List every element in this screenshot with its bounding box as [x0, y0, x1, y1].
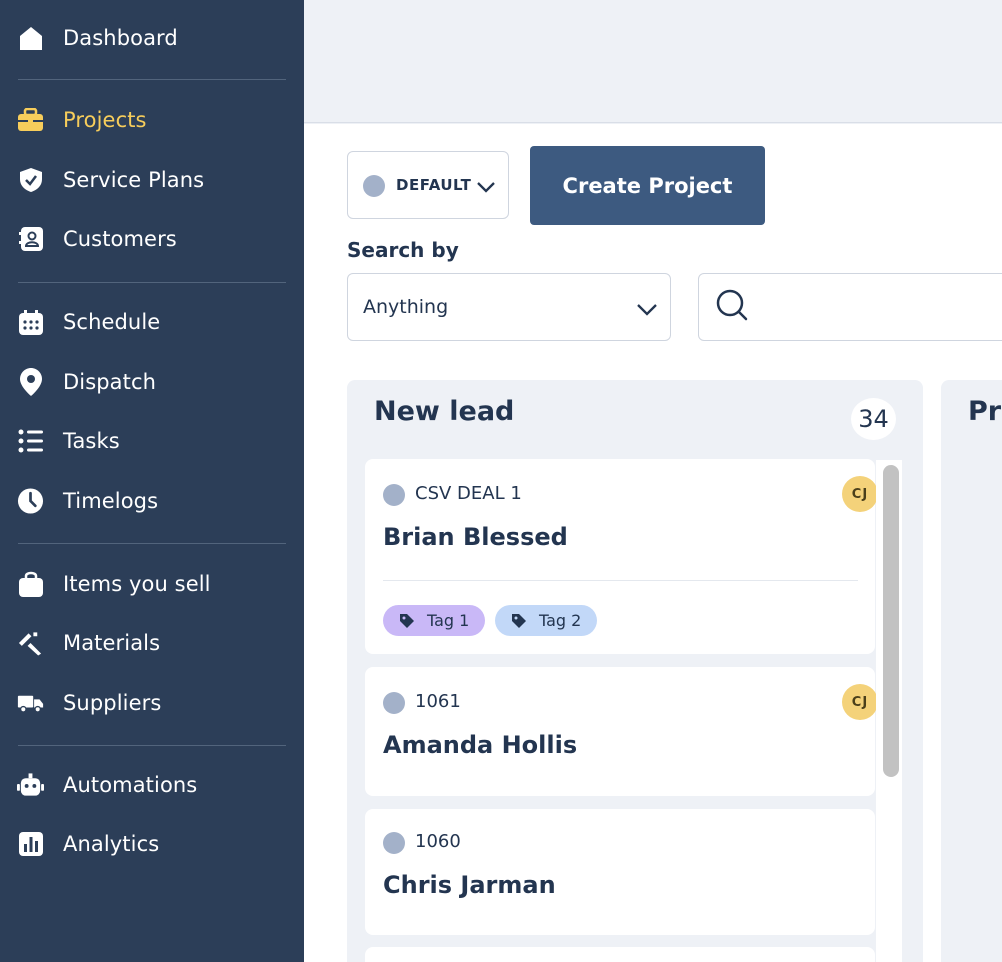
- robot-icon: [17, 772, 44, 799]
- avatar[interactable]: CJ: [842, 684, 878, 720]
- column-title: New lead: [374, 396, 515, 427]
- map-pin-icon: [17, 368, 44, 396]
- tag-icon: [400, 614, 414, 628]
- shield-check-icon: [17, 167, 44, 194]
- checklist-icon: [17, 428, 44, 455]
- project-ref: 1060: [415, 831, 461, 852]
- status-dot: [383, 692, 405, 714]
- tag-label: Tag 2: [539, 611, 582, 630]
- top-header: [304, 0, 1002, 123]
- contact-book-icon: [17, 226, 44, 253]
- sidebar-item-dashboard[interactable]: Dashboard: [0, 18, 304, 58]
- customer-name: Chris Jarman: [383, 871, 556, 899]
- sidebar-item-label: Automations: [63, 773, 198, 797]
- sidebar-divider: [18, 282, 286, 283]
- card-divider: [383, 580, 858, 581]
- sidebar-item-customers[interactable]: Customers: [0, 219, 304, 259]
- truck-icon: [17, 690, 44, 717]
- sidebar-divider: [18, 745, 286, 746]
- sidebar-item-schedule[interactable]: Schedule: [0, 302, 304, 342]
- house-icon: [17, 25, 44, 52]
- project-ref: 1061: [415, 691, 461, 712]
- column-title: Pro: [968, 396, 1002, 427]
- sidebar-item-projects[interactable]: Projects: [0, 100, 304, 140]
- sidebar-item-suppliers[interactable]: Suppliers: [0, 683, 304, 723]
- column-count-badge: 34: [851, 398, 896, 440]
- tag-label: Tag 1: [427, 611, 470, 630]
- project-card[interactable]: [365, 947, 875, 962]
- sidebar-item-materials[interactable]: Materials: [0, 623, 304, 663]
- search-field-value: Anything: [363, 296, 449, 318]
- sidebar-item-label: Tasks: [63, 429, 120, 453]
- sidebar: Dashboard Projects Service Plans Custome…: [0, 0, 304, 962]
- bar-chart-icon: [17, 831, 44, 858]
- sidebar-item-label: Service Plans: [63, 168, 205, 192]
- briefcase-icon: [17, 107, 44, 134]
- sidebar-item-label: Items you sell: [63, 572, 211, 596]
- sidebar-item-label: Timelogs: [63, 489, 159, 513]
- create-project-button[interactable]: Create Project: [530, 146, 765, 225]
- sidebar-item-automations[interactable]: Automations: [0, 765, 304, 805]
- sidebar-item-items-you-sell[interactable]: Items you sell: [0, 564, 304, 604]
- sidebar-item-label: Suppliers: [63, 691, 162, 715]
- search-icon: [715, 288, 749, 322]
- filter-label: DEFAULT: [396, 176, 472, 194]
- search-field-select[interactable]: Anything: [347, 273, 671, 341]
- sidebar-item-timelogs[interactable]: Timelogs: [0, 481, 304, 521]
- status-dot: [383, 484, 405, 506]
- sidebar-item-analytics[interactable]: Analytics: [0, 824, 304, 864]
- project-card[interactable]: 1060 Chris Jarman: [365, 809, 875, 935]
- sidebar-item-label: Materials: [63, 631, 161, 655]
- clock-icon: [17, 488, 44, 515]
- shopping-bag-icon: [17, 571, 44, 598]
- search-by-label: Search by: [347, 238, 459, 262]
- customer-name: Brian Blessed: [383, 523, 568, 551]
- status-dot: [363, 175, 385, 197]
- sidebar-item-label: Analytics: [63, 832, 160, 856]
- sidebar-item-label: Customers: [63, 227, 177, 251]
- search-input[interactable]: [698, 273, 1002, 341]
- filter-dropdown[interactable]: DEFAULT: [347, 151, 509, 219]
- sidebar-item-service-plans[interactable]: Service Plans: [0, 160, 304, 200]
- status-dot: [383, 832, 405, 854]
- sidebar-divider: [18, 543, 286, 544]
- project-card[interactable]: 1061 Amanda Hollis CJ: [365, 667, 878, 796]
- column-scrollbar-thumb[interactable]: [883, 465, 899, 777]
- sidebar-item-label: Schedule: [63, 310, 161, 334]
- tag-icon: [512, 614, 526, 628]
- tools-icon: [17, 630, 44, 657]
- board-column-next: [941, 380, 1002, 962]
- sidebar-item-label: Dashboard: [63, 26, 178, 50]
- sidebar-item-label: Dispatch: [63, 370, 157, 394]
- sidebar-item-label: Projects: [63, 108, 147, 132]
- tag-badge[interactable]: Tag 2: [495, 605, 598, 636]
- project-ref: CSV DEAL 1: [415, 483, 522, 504]
- sidebar-item-tasks[interactable]: Tasks: [0, 421, 304, 461]
- sidebar-divider: [18, 79, 286, 80]
- sidebar-item-dispatch[interactable]: Dispatch: [0, 362, 304, 402]
- chevron-down-icon: [636, 298, 658, 320]
- customer-name: Amanda Hollis: [383, 731, 578, 759]
- tag-badge[interactable]: Tag 1: [383, 605, 486, 636]
- avatar[interactable]: CJ: [842, 476, 878, 512]
- calendar-icon: [17, 309, 44, 336]
- chevron-down-icon: [476, 177, 496, 197]
- project-card[interactable]: CSV DEAL 1 Brian Blessed CJ Tag 1 Tag 2: [365, 459, 878, 654]
